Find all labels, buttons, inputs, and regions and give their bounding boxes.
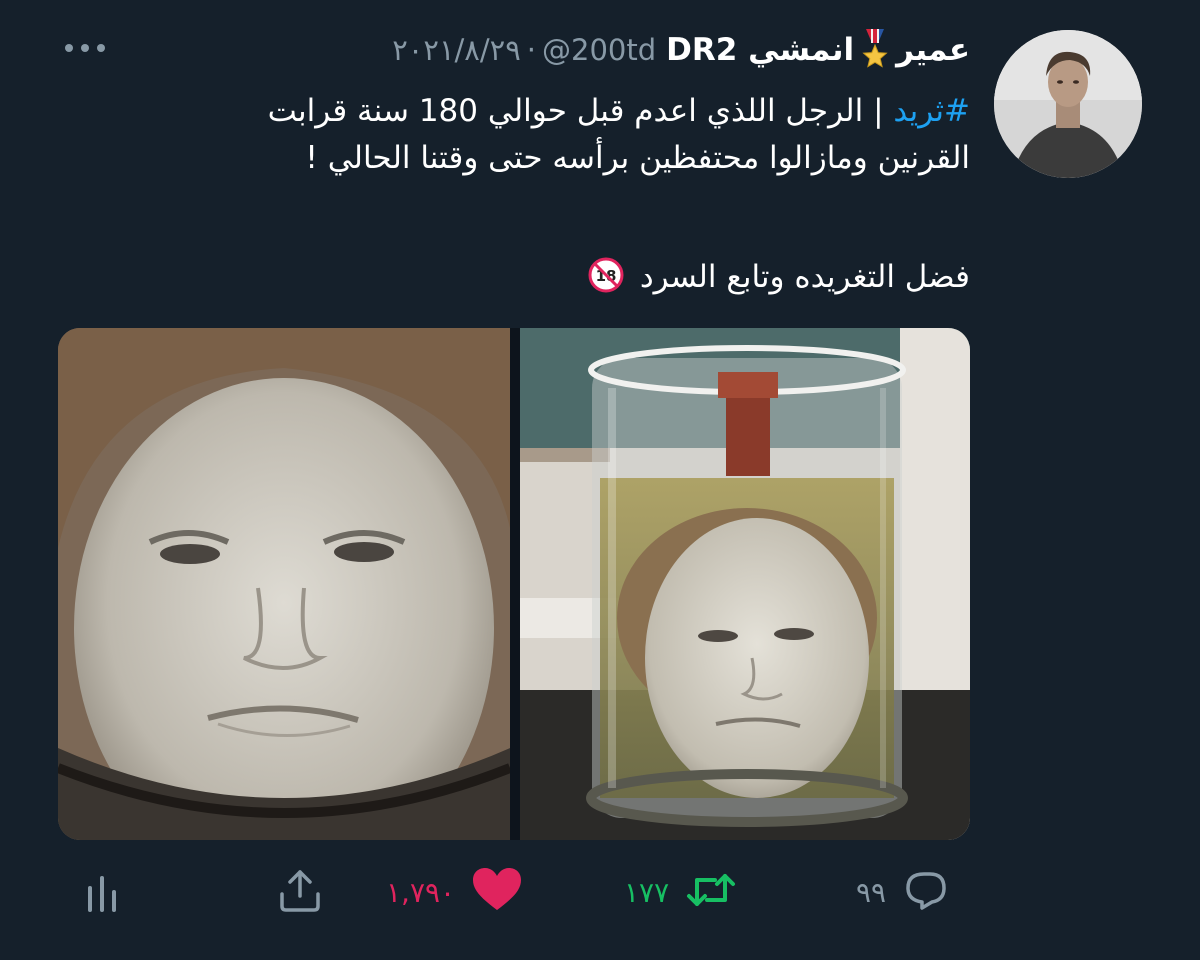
retweet-icon xyxy=(685,866,737,918)
tweet-line-3: فضل التغريده وتابع السرد 18 xyxy=(70,254,970,301)
retweet-count: ١٧٧ xyxy=(624,875,670,909)
reply-count: ٩٩ xyxy=(856,875,887,909)
handle[interactable]: @200td xyxy=(542,33,656,67)
analytics-button[interactable] xyxy=(84,860,124,924)
tweet-date[interactable]: ٢٠٢١/٨/٢٩ xyxy=(392,33,521,67)
tweet-header: عمير انمشي DR2 @200td · ٢٠٢١/٨/٢٩ xyxy=(392,28,970,72)
share-button[interactable] xyxy=(276,860,324,924)
more-icon[interactable] xyxy=(62,40,108,54)
medal-icon xyxy=(860,29,890,71)
media-image-left[interactable] xyxy=(58,328,512,840)
reply-button[interactable]: ٩٩ xyxy=(856,860,950,924)
media-grid xyxy=(58,328,970,840)
separator-dot: · xyxy=(526,33,537,67)
tweet-line-1-text: | الرجل اللذي اعدم قبل حوالي 180 سنة قرا… xyxy=(267,93,894,129)
share-icon xyxy=(276,866,324,918)
analytics-icon xyxy=(84,866,124,918)
reply-icon xyxy=(902,866,950,918)
like-count: ١,٧٩٠ xyxy=(386,875,456,909)
no-under-18-icon: 18 xyxy=(588,257,624,293)
retweet-button[interactable]: ١٧٧ xyxy=(624,860,737,924)
tweet: عمير انمشي DR2 @200td · ٢٠٢١/٨/٢٩ #ثريد … xyxy=(0,0,1200,960)
heart-icon xyxy=(471,866,523,918)
avatar[interactable] xyxy=(994,30,1142,178)
tweet-actions: ٩٩ ١٧٧ ١,٧٩٠ xyxy=(0,860,1200,924)
display-name[interactable]: عمير xyxy=(896,32,970,68)
tweet-line-1: #ثريد | الرجل اللذي اعدم قبل حوالي 180 س… xyxy=(70,88,970,135)
tweet-line-2: القرنين ومازالوا محتفظين برأسه حتى وقتنا… xyxy=(305,140,970,176)
tweet-line-3-text: فضل التغريده وتابع السرد xyxy=(639,259,970,295)
display-name-suffix[interactable]: انمشي DR2 xyxy=(666,32,854,68)
media-image-right[interactable] xyxy=(520,328,970,840)
tweet-text: #ثريد | الرجل اللذي اعدم قبل حوالي 180 س… xyxy=(70,88,970,301)
like-button[interactable]: ١,٧٩٠ xyxy=(386,860,523,924)
hashtag-link[interactable]: #ثريد xyxy=(893,93,970,129)
